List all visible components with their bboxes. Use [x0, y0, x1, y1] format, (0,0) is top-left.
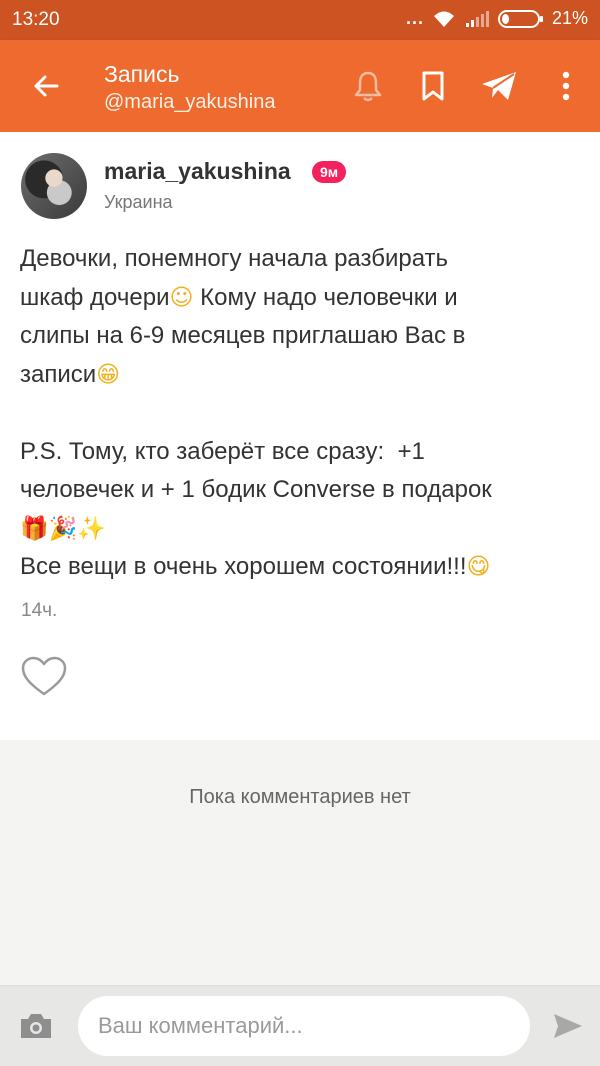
- age-badge: 9м: [312, 161, 347, 183]
- signal-icon: [464, 9, 490, 29]
- post-text-line: P.S. Тому, кто заберёт все сразу: +1: [20, 437, 425, 465]
- gift-emoji-icon: 🎁: [20, 515, 49, 542]
- post-text-line: записи: [20, 360, 97, 388]
- yum-emoji-icon: 😋: [466, 554, 491, 580]
- author-location: Украина: [104, 192, 173, 212]
- post-text-line: Кому надо человечки и: [193, 283, 458, 311]
- status-icons: ... 21%: [406, 8, 588, 29]
- like-button[interactable]: [18, 652, 70, 700]
- heart-icon: [21, 656, 67, 696]
- battery-percent: 21%: [551, 8, 588, 28]
- grin-emoji-icon: 😁: [96, 361, 121, 388]
- post-text-line: слипы на 6-9 месяцев приглашаю Вас в: [20, 322, 466, 349]
- status-bar: 13:20 ... 21%: [0, 0, 600, 40]
- avatar[interactable]: [21, 153, 87, 219]
- status-time: 13:20: [12, 9, 60, 30]
- back-button[interactable]: [24, 64, 68, 108]
- app-bar-title-group: Запись @maria_yakushina: [104, 60, 276, 116]
- comment-input[interactable]: [78, 996, 530, 1056]
- notification-dots-icon: ...: [405, 8, 424, 28]
- send-comment-icon: [554, 1014, 582, 1038]
- smile-emoji-icon: ☺: [169, 284, 194, 311]
- bookmark-button[interactable]: [411, 64, 455, 108]
- more-vert-icon: [562, 71, 570, 101]
- post-text-line: Девочки, понемногу начала разбирать: [20, 245, 449, 272]
- back-arrow-icon: [34, 75, 59, 97]
- party-emoji-icon: 🎉: [48, 515, 78, 542]
- app-bar: Запись @maria_yakushina: [0, 40, 600, 132]
- more-options-button[interactable]: [546, 64, 586, 108]
- page-subtitle: @maria_yakushina: [104, 91, 276, 113]
- author-name[interactable]: maria_yakushina: [104, 158, 291, 185]
- share-button[interactable]: [477, 64, 521, 108]
- post-timestamp: 14ч.: [21, 600, 58, 621]
- notifications-button[interactable]: [346, 64, 390, 108]
- send-comment-button[interactable]: [548, 1008, 588, 1044]
- comments-section: Пока комментариев нет: [0, 740, 600, 985]
- bookmark-icon: [422, 71, 444, 101]
- battery-icon: [497, 9, 544, 29]
- attach-photo-button[interactable]: [16, 1008, 56, 1044]
- comment-input-bar: [0, 985, 600, 1066]
- page-title: Запись: [104, 61, 180, 87]
- send-icon: [482, 72, 516, 100]
- post-card: maria_yakushina 9м Украина Девочки, поне…: [0, 132, 600, 740]
- post-text: Девочки, понемногу начала разбирать шкаф…: [20, 240, 585, 587]
- camera-icon: [21, 1014, 51, 1038]
- post-text-line: Все вещи в очень хорошем состоянии!!!: [20, 553, 467, 580]
- wifi-icon: [432, 9, 456, 29]
- post-text-line: человечек и + 1 бодик Converse в подарок: [20, 476, 492, 503]
- empty-comments-text: Пока комментариев нет: [189, 786, 411, 808]
- bell-icon: [354, 71, 382, 102]
- sparkles-emoji-icon: ✨: [77, 515, 106, 542]
- post-text-line: шкаф дочери: [20, 283, 170, 311]
